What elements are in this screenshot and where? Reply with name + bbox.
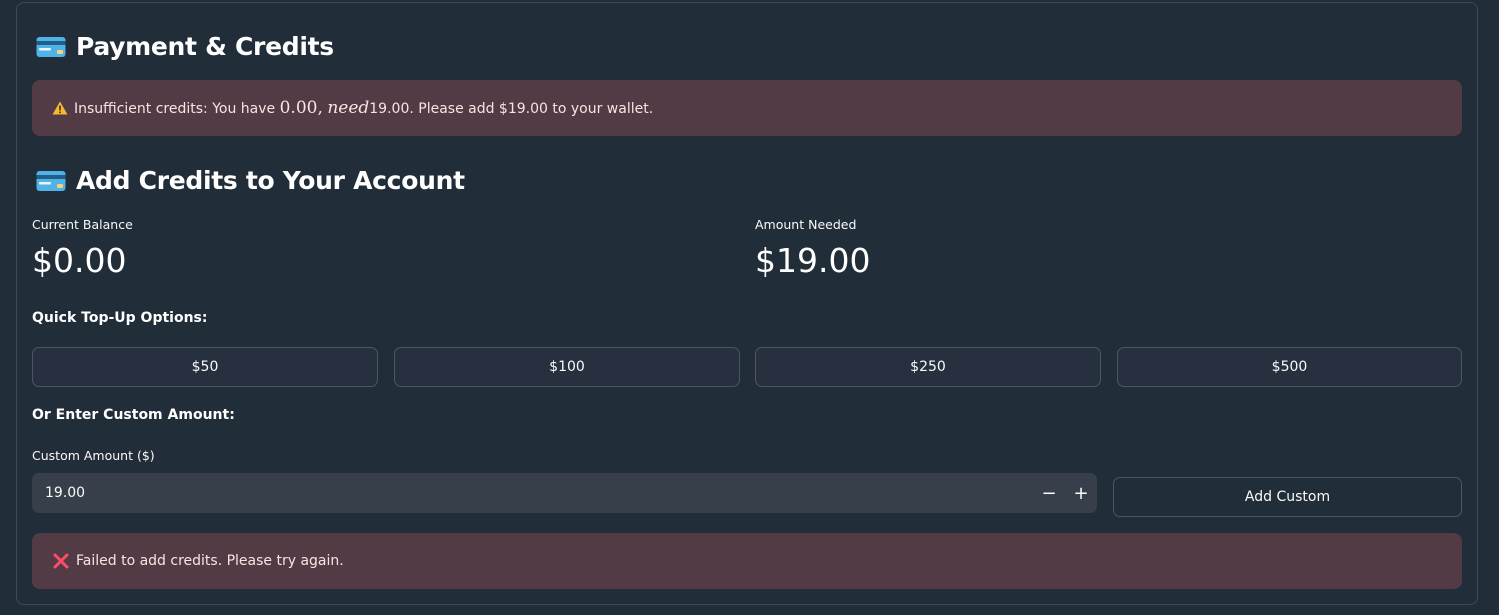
topup-50-button[interactable]: $50 (32, 347, 378, 387)
error-text: Failed to add credits. Please try again. (76, 553, 344, 569)
custom-amount-section-label: Or Enter Custom Amount: (32, 407, 235, 423)
credit-card-icon (36, 36, 66, 57)
topup-100-button[interactable]: $100 (394, 347, 740, 387)
custom-amount-input[interactable] (32, 473, 1033, 513)
increment-button[interactable]: + (1065, 473, 1097, 513)
topup-250-button[interactable]: $250 (755, 347, 1101, 387)
custom-amount-label: Custom Amount ($) (32, 448, 155, 463)
warning-text: Insufficient credits: You have 0.00, nee… (74, 98, 654, 118)
custom-amount-stepper: − + (32, 473, 1097, 513)
amount-needed-label: Amount Needed (755, 217, 857, 232)
insufficient-credits-alert: Insufficient credits: You have 0.00, nee… (32, 80, 1462, 136)
current-balance-label: Current Balance (32, 217, 133, 232)
current-balance-value: $0.00 (32, 241, 127, 280)
topup-500-button[interactable]: $500 (1117, 347, 1462, 387)
warning-icon (52, 101, 68, 115)
quick-topup-label: Quick Top-Up Options: (32, 310, 208, 326)
decrement-button[interactable]: − (1033, 473, 1065, 513)
cross-icon (53, 553, 69, 569)
add-credits-title-text: Add Credits to Your Account (76, 166, 465, 195)
add-credits-title: Add Credits to Your Account (36, 166, 465, 195)
page-title-text: Payment & Credits (76, 32, 334, 61)
amount-needed-value: $19.00 (755, 241, 871, 280)
credit-card-icon (36, 170, 66, 191)
page-title: Payment & Credits (36, 32, 334, 61)
add-credits-error-alert: Failed to add credits. Please try again. (32, 533, 1462, 589)
add-custom-button[interactable]: Add Custom (1113, 477, 1462, 517)
